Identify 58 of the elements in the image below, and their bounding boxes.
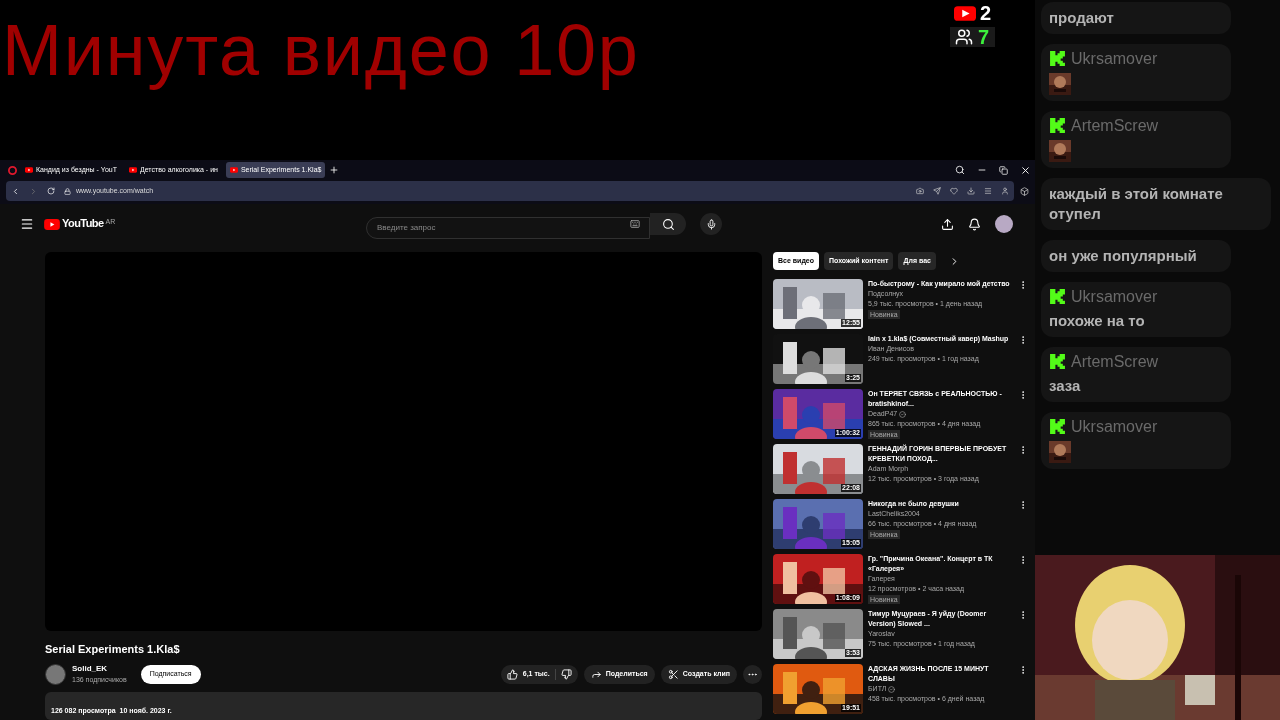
chat-username: Ukrsamover (1071, 50, 1158, 67)
lock-icon (64, 187, 71, 195)
chat-username: Ukrsamover (1071, 288, 1158, 305)
back-icon[interactable] (11, 186, 20, 196)
kick-logo-icon (1049, 117, 1066, 134)
chat-message-text: каждый в этой комнате отупел (1049, 184, 1224, 224)
counter-value: 2 (979, 3, 991, 23)
kick-logo-icon (1049, 50, 1066, 67)
restore-icon[interactable] (999, 165, 1008, 175)
notifications-icon[interactable] (968, 217, 981, 231)
verified-icon (899, 410, 907, 418)
verified-icon (888, 685, 896, 693)
browser-logo-icon (8, 165, 17, 175)
new-tab-icon[interactable] (329, 165, 340, 175)
cube-icon[interactable] (1020, 186, 1029, 196)
heart-icon[interactable] (950, 187, 958, 195)
youtube-favicon-icon (229, 167, 238, 173)
chat-username: ArtemScrew (1071, 353, 1159, 370)
youtube-favicon-icon (128, 167, 137, 173)
channel-name[interactable]: Solid_EK (72, 663, 127, 675)
upload-icon[interactable] (941, 217, 954, 231)
search-field[interactable]: Введите запрос (366, 216, 650, 239)
kick-logo-icon (1049, 288, 1066, 305)
channel-avatar[interactable] (45, 663, 66, 685)
camera-icon[interactable] (916, 187, 924, 195)
download-icon[interactable] (967, 187, 975, 195)
chat-message-text: заза (1049, 376, 1082, 396)
voice-search-button[interactable] (700, 213, 722, 235)
youtube-logo-icon (44, 219, 60, 230)
search-icon (661, 217, 675, 231)
counter-value: 7 (977, 27, 989, 47)
mic-icon (705, 218, 717, 230)
youtube-logo-text: YouTube (62, 218, 104, 229)
list-icon[interactable] (984, 187, 992, 195)
kick-logo-icon (1049, 353, 1066, 370)
video-title: Serial Experiments 1.Kla$ (45, 641, 181, 657)
like-icon[interactable] (506, 668, 518, 680)
youtube-favicon-icon (25, 167, 33, 173)
chat-message-text: продают (1049, 8, 1115, 28)
play-logo-icon (953, 5, 976, 21)
scissors-icon (667, 668, 679, 680)
close-icon[interactable] (1020, 164, 1031, 176)
kick-logo-icon (1049, 418, 1066, 435)
search-button[interactable] (650, 213, 686, 235)
chat-message-text: похоже на то (1049, 311, 1146, 331)
chat-message-text: он уже популярный (1049, 246, 1198, 266)
chat-username: ArtemScrew (1071, 117, 1159, 134)
dislike-icon[interactable] (560, 668, 572, 680)
chat-username: Ukrsamover (1071, 418, 1158, 435)
profile-icon[interactable] (1001, 187, 1009, 195)
menu-icon[interactable] (20, 217, 34, 231)
search-icon[interactable] (955, 165, 965, 175)
viewers-icon (953, 28, 974, 46)
more-button[interactable] (743, 664, 762, 684)
reload-icon[interactable] (47, 187, 55, 195)
send-icon[interactable] (933, 187, 941, 195)
keyboard-icon[interactable] (630, 219, 640, 229)
avatar[interactable] (995, 215, 1013, 233)
